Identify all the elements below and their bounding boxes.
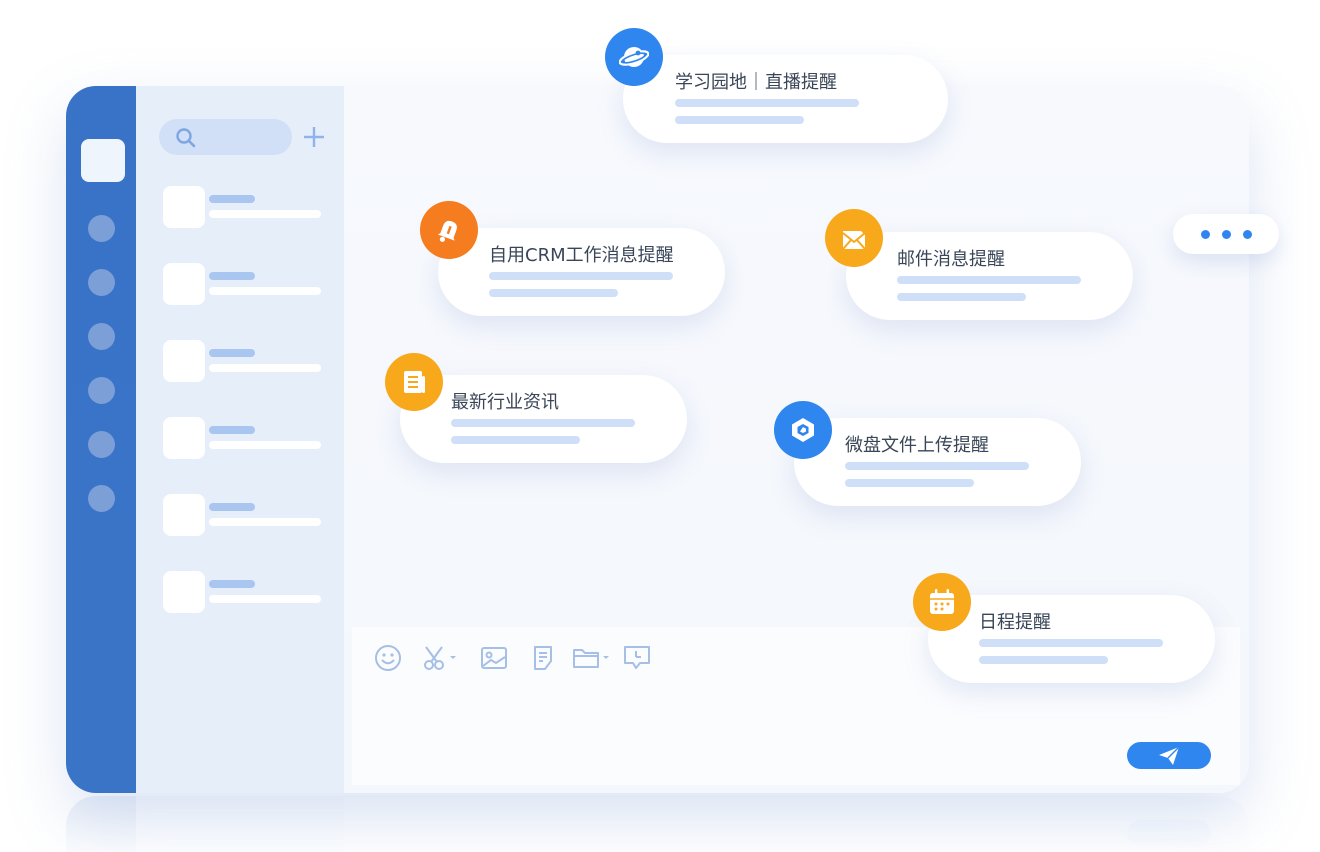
paper-plane-icon [1159,746,1180,765]
nav-item[interactable] [88,215,115,242]
avatar [163,417,205,459]
avatar [163,571,205,613]
name-placeholder [209,426,255,434]
text-placeholder [979,656,1108,664]
notification-title: 最新行业资讯 [451,392,559,413]
name-placeholder [209,195,255,203]
bell-icon [420,201,478,259]
notification-title: 学习园地｜直播提醒 [675,72,837,93]
nav-item[interactable] [88,485,115,512]
dot [1222,230,1231,239]
more-options-button[interactable] [1173,214,1279,254]
dot [1201,230,1210,239]
text-placeholder [675,99,859,107]
nav-item[interactable] [88,323,115,350]
notification-card-crm[interactable]: 自用CRM工作消息提醒 [438,228,725,316]
text-placeholder [489,272,673,280]
text-placeholder [845,462,1029,470]
text-placeholder [451,419,635,427]
document-icon [385,353,443,411]
planet-icon [605,28,663,86]
add-icon[interactable] [303,126,325,148]
note-icon[interactable] [530,644,558,672]
send-button[interactable] [1127,742,1211,769]
avatar [163,494,205,536]
message-placeholder [209,210,321,218]
conversation-list [136,86,344,793]
list-item[interactable] [163,340,323,384]
notification-card-news[interactable]: 最新行业资讯 [400,375,687,463]
reflection-list [136,796,344,852]
list-item[interactable] [163,571,323,615]
avatar [163,186,205,228]
window-reflection [66,796,1249,852]
text-placeholder [979,639,1163,647]
notification-title: 微盘文件上传提醒 [845,435,989,456]
reflection-main [344,796,1249,852]
name-placeholder [209,349,255,357]
text-placeholder [845,479,974,487]
notification-card-study-live[interactable]: 学习园地｜直播提醒 [623,55,948,143]
marketing-illustration: 学习园地｜直播提醒 自用CRM工作消息提醒 邮件消息提醒 最新行业资讯 微盘文件… [0,0,1320,852]
list-item[interactable] [163,494,323,538]
search-input[interactable] [159,119,292,155]
text-placeholder [675,116,804,124]
name-placeholder [209,503,255,511]
left-nav-rail [66,86,136,793]
text-placeholder [897,293,1026,301]
notification-title: 邮件消息提醒 [897,249,1005,270]
nav-item[interactable] [88,431,115,458]
text-placeholder [451,436,580,444]
cloud-drive-icon [774,401,832,459]
image-icon[interactable] [480,644,508,672]
name-placeholder [209,272,255,280]
notification-card-drive[interactable]: 微盘文件上传提醒 [794,418,1081,506]
message-placeholder [209,364,321,372]
notification-title: 日程提醒 [979,612,1051,633]
reflection-rail [66,796,136,852]
app-logo-tile[interactable] [81,139,125,182]
reflection-send [1127,820,1211,846]
list-item[interactable] [163,417,323,461]
avatar [163,340,205,382]
message-placeholder [209,595,321,603]
notification-card-schedule[interactable]: 日程提醒 [928,595,1215,683]
nav-item[interactable] [88,377,115,404]
message-placeholder [209,287,321,295]
envelope-icon [825,209,883,267]
scissors-icon[interactable] [422,644,458,672]
emoji-icon[interactable] [374,644,402,672]
dot [1243,230,1252,239]
notification-title: 自用CRM工作消息提醒 [489,245,674,266]
text-placeholder [489,289,618,297]
list-item[interactable] [163,263,323,307]
search-icon [176,128,196,148]
history-icon[interactable] [622,644,652,672]
name-placeholder [209,580,255,588]
list-item[interactable] [163,186,323,230]
folder-icon[interactable] [572,644,612,672]
avatar [163,263,205,305]
nav-item[interactable] [88,269,115,296]
message-placeholder [209,441,321,449]
calendar-icon [913,573,971,631]
text-placeholder [897,276,1081,284]
notification-card-mail[interactable]: 邮件消息提醒 [846,232,1133,320]
message-placeholder [209,518,321,526]
